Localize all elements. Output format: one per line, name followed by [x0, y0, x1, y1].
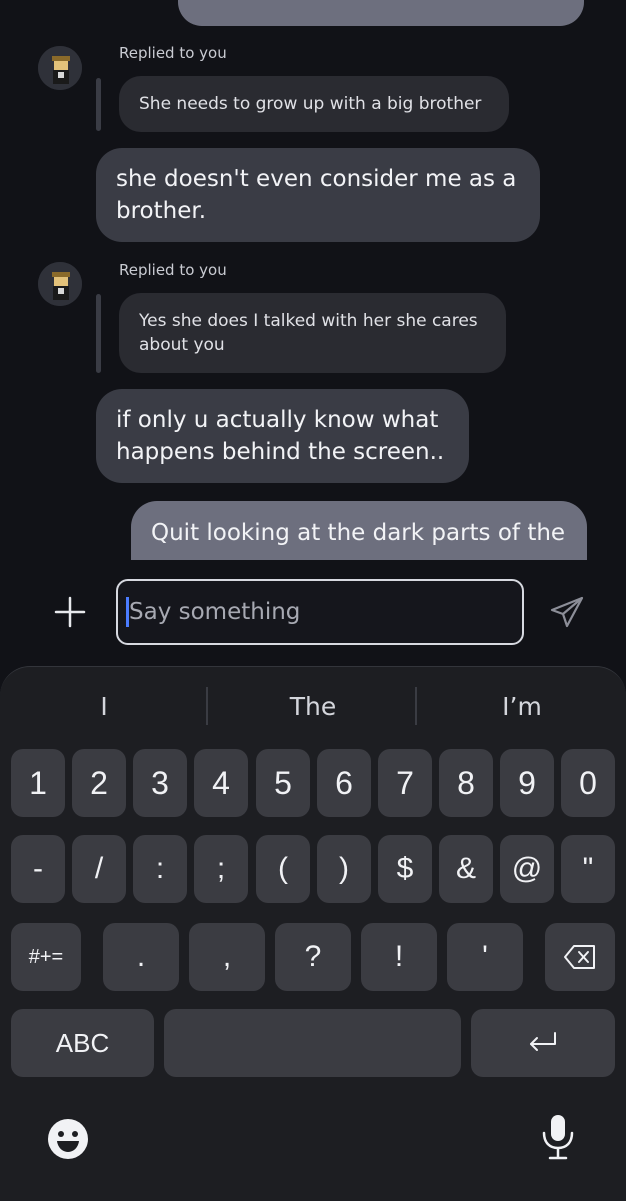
avatar[interactable] — [38, 262, 82, 306]
key-0[interactable]: 0 — [561, 749, 615, 817]
message-input[interactable]: Say something — [116, 579, 524, 645]
quoted-message[interactable]: She needs to grow up with a big brother — [119, 76, 509, 132]
key-4[interactable]: 4 — [194, 749, 248, 817]
previous-message-bubble[interactable] — [178, 0, 584, 26]
key-9[interactable]: 9 — [500, 749, 554, 817]
key-apostrophe[interactable]: ' — [447, 923, 523, 991]
key-question[interactable]: ? — [275, 923, 351, 991]
key-quote[interactable]: " — [561, 835, 615, 903]
replied-label: Replied to you — [119, 261, 227, 279]
enter-key[interactable] — [471, 1009, 615, 1077]
key-6[interactable]: 6 — [317, 749, 371, 817]
space-key[interactable] — [164, 1009, 461, 1077]
message-bubble[interactable]: she doesn't even consider me as a brothe… — [96, 148, 540, 242]
replied-label: Replied to you — [119, 44, 227, 62]
suggestion-divider — [206, 687, 208, 725]
emoji-icon[interactable] — [46, 1117, 90, 1161]
reply-indicator-bar — [96, 294, 101, 373]
my-message-bubble[interactable]: Quit looking at the dark parts of the — [131, 501, 587, 560]
suggestion-divider — [415, 687, 417, 725]
avatar-icon — [38, 46, 82, 90]
key-more-symbols[interactable]: #+= — [11, 923, 81, 991]
avatar-icon — [38, 262, 82, 306]
key-dollar[interactable]: $ — [378, 835, 432, 903]
key-open-paren[interactable]: ( — [256, 835, 310, 903]
key-close-paren[interactable]: ) — [317, 835, 371, 903]
suggestion-word[interactable]: The — [209, 687, 417, 727]
key-2[interactable]: 2 — [72, 749, 126, 817]
key-semicolon[interactable]: ; — [194, 835, 248, 903]
chat-area: Replied to you She needs to grow up with… — [0, 0, 626, 560]
key-7[interactable]: 7 — [378, 749, 432, 817]
key-5[interactable]: 5 — [256, 749, 310, 817]
reply-indicator-bar — [96, 78, 101, 131]
message-composer: Say something — [0, 560, 626, 666]
avatar[interactable] — [38, 46, 82, 90]
backspace-icon — [564, 945, 595, 969]
plus-icon[interactable] — [52, 594, 88, 630]
message-input-placeholder: Say something — [129, 599, 301, 625]
key-colon[interactable]: : — [133, 835, 187, 903]
suggestion-word[interactable]: I — [0, 687, 208, 727]
microphone-icon[interactable] — [538, 1113, 578, 1163]
send-icon[interactable] — [548, 593, 586, 631]
on-screen-keyboard: I The I’m 1 2 3 4 5 6 7 8 9 0 - / : ; ( … — [0, 666, 626, 1201]
quoted-message[interactable]: Yes she does I talked with her she cares… — [119, 293, 506, 373]
key-ampersand[interactable]: & — [439, 835, 493, 903]
key-period[interactable]: . — [103, 923, 179, 991]
key-comma[interactable]: , — [189, 923, 265, 991]
enter-icon — [530, 1032, 556, 1051]
key-1[interactable]: 1 — [11, 749, 65, 817]
key-3[interactable]: 3 — [133, 749, 187, 817]
abc-key[interactable]: ABC — [11, 1009, 154, 1077]
message-bubble[interactable]: if only u actually know what happens beh… — [96, 389, 469, 483]
suggestion-word[interactable]: I’m — [418, 687, 626, 727]
key-8[interactable]: 8 — [439, 749, 493, 817]
key-slash[interactable]: / — [72, 835, 126, 903]
key-at[interactable]: @ — [500, 835, 554, 903]
backspace-key[interactable] — [545, 923, 615, 991]
key-minus[interactable]: - — [11, 835, 65, 903]
key-exclamation[interactable]: ! — [361, 923, 437, 991]
